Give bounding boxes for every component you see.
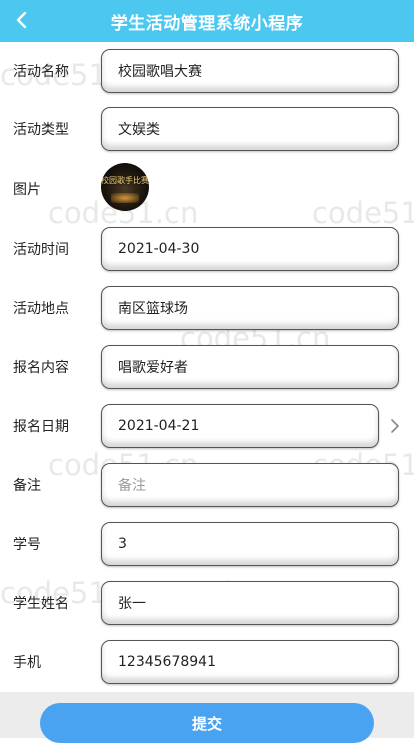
activity-name-field[interactable]: 校园歌唱大赛 <box>101 49 399 93</box>
student-name-field[interactable]: 张一 <box>101 581 399 625</box>
thumbnail-caption: 校园歌手比赛 <box>101 176 149 185</box>
signup-date-label: 报名日期 <box>13 419 69 435</box>
app-header: 学生活动管理系统小程序 <box>0 0 414 42</box>
remark-field[interactable]: 备注 <box>101 463 399 507</box>
location-label: 活动地点 <box>13 301 69 317</box>
form-row-signup-date: 报名日期 2021-04-21 <box>0 397 414 455</box>
remark-label: 备注 <box>13 478 41 494</box>
activity-time-label: 活动时间 <box>13 242 69 258</box>
activity-image-thumbnail[interactable]: 校园歌手比赛 <box>101 163 149 211</box>
form-row-location: 活动地点 南区篮球场 <box>0 279 414 337</box>
form-row-image: 图片 校园歌手比赛 <box>0 160 414 218</box>
student-name-label: 学生姓名 <box>13 596 69 612</box>
image-label: 图片 <box>13 182 41 198</box>
form-row-signup-content: 报名内容 唱歌爱好者 <box>0 338 414 396</box>
form-row-activity-type: 活动类型 文娱类 <box>0 100 414 158</box>
submit-button[interactable]: 提交 <box>40 703 374 743</box>
form-row-student-id: 学号 3 <box>0 515 414 573</box>
form-row-student-name: 学生姓名 张一 <box>0 574 414 632</box>
phone-label: 手机 <box>13 655 41 671</box>
form-row-phone: 手机 12345678941 <box>0 633 414 691</box>
signup-content-field[interactable]: 唱歌爱好者 <box>101 345 399 389</box>
student-id-field[interactable]: 3 <box>101 522 399 566</box>
form-row-remark: 备注 备注 <box>0 456 414 514</box>
activity-type-label: 活动类型 <box>13 122 69 138</box>
student-id-label: 学号 <box>13 537 41 553</box>
phone-field[interactable]: 12345678941 <box>101 640 399 684</box>
activity-name-label: 活动名称 <box>13 64 69 80</box>
activity-type-field[interactable]: 文娱类 <box>101 107 399 151</box>
back-button[interactable] <box>8 6 34 34</box>
chevron-right-icon[interactable] <box>388 417 402 435</box>
form-row-activity-time: 活动时间 2021-04-30 <box>0 220 414 278</box>
signup-content-label: 报名内容 <box>13 360 69 376</box>
activity-time-field[interactable]: 2021-04-30 <box>101 227 399 271</box>
chevron-left-icon <box>16 11 27 29</box>
form-row-activity-name: 活动名称 校园歌唱大赛 <box>0 42 414 100</box>
thumbnail-glow <box>111 193 139 203</box>
location-field[interactable]: 南区篮球场 <box>101 286 399 330</box>
page-title: 学生活动管理系统小程序 <box>110 13 304 34</box>
signup-date-picker[interactable]: 2021-04-21 <box>101 404 379 448</box>
